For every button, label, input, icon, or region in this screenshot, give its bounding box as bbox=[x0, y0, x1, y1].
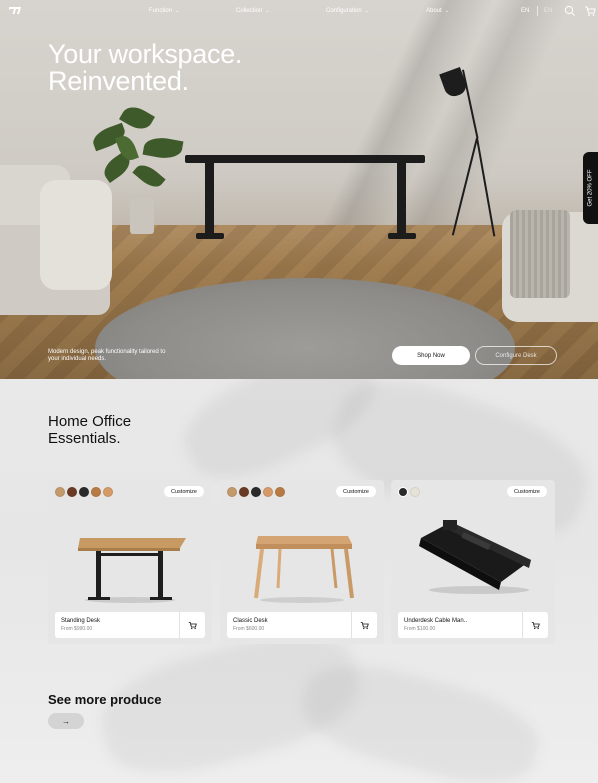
see-more-title: See more produce bbox=[48, 692, 162, 707]
desk-foot bbox=[196, 233, 224, 239]
nav-configuration-label: Configuration bbox=[326, 8, 362, 14]
nav-configuration[interactable]: Configuration ⌄ bbox=[326, 8, 369, 14]
add-to-cart-button[interactable] bbox=[351, 612, 377, 638]
nav-function[interactable]: Function ⌄ bbox=[149, 8, 179, 14]
desk-leg bbox=[205, 163, 214, 237]
hero-section: Function ⌄ Collection ⌄ Configuration ⌄ … bbox=[0, 0, 598, 379]
nav-function-label: Function bbox=[149, 8, 173, 14]
product-price: From $600.00 bbox=[233, 626, 265, 632]
chevron-down-icon: ⌄ bbox=[265, 8, 270, 14]
color-swatches bbox=[398, 487, 420, 497]
logo-icon[interactable] bbox=[8, 7, 22, 14]
hero-subtitle: Modern design, peak functionality tailor… bbox=[48, 349, 166, 362]
nav-collection[interactable]: Collection ⌄ bbox=[236, 8, 270, 14]
product-name[interactable]: Underdesk Cable Man.. bbox=[404, 618, 467, 624]
color-swatches bbox=[55, 487, 113, 497]
plant-image bbox=[82, 98, 192, 208]
color-swatch[interactable] bbox=[239, 487, 249, 497]
color-swatch[interactable] bbox=[91, 487, 101, 497]
product-price: From $990.00 bbox=[61, 626, 93, 632]
product-name[interactable]: Classic Desk bbox=[233, 618, 268, 624]
cart-icon bbox=[360, 621, 369, 629]
color-swatch[interactable] bbox=[410, 487, 420, 497]
arrow-right-icon: → bbox=[62, 716, 70, 726]
essentials-section: Home Office Essentials. Customize Standi… bbox=[0, 379, 598, 783]
product-card[interactable]: Customize Underdesk Cable Man.. From $10… bbox=[391, 480, 555, 644]
discount-label: Get 20% OFF bbox=[587, 169, 594, 207]
color-swatches bbox=[227, 487, 285, 497]
chevron-down-icon: ⌄ bbox=[175, 8, 180, 14]
product-footer: Standing Desk From $990.00 bbox=[55, 612, 205, 638]
color-swatch[interactable] bbox=[275, 487, 285, 497]
search-icon[interactable] bbox=[564, 5, 576, 17]
cart-icon bbox=[531, 621, 540, 629]
essentials-title: Home Office Essentials. bbox=[48, 413, 132, 447]
top-nav: Function ⌄ Collection ⌄ Configuration ⌄ … bbox=[0, 0, 598, 22]
customize-button[interactable]: Customize bbox=[507, 486, 547, 497]
lang-alt[interactable]: ΕΝ bbox=[544, 8, 552, 14]
color-swatch[interactable] bbox=[227, 487, 237, 497]
lang-divider bbox=[537, 6, 538, 16]
color-swatch[interactable] bbox=[55, 487, 65, 497]
nav-collection-label: Collection bbox=[236, 8, 263, 14]
product-price: From $100.00 bbox=[404, 626, 436, 632]
product-card[interactable]: Customize Standing Desk From $990.00 bbox=[48, 480, 212, 644]
chevron-down-icon: ⌄ bbox=[444, 8, 449, 14]
cart-icon[interactable] bbox=[584, 5, 596, 17]
shop-now-button[interactable]: Shop Now bbox=[392, 346, 470, 365]
see-more-button[interactable]: → bbox=[48, 713, 84, 729]
nav-about[interactable]: About ⌄ bbox=[426, 8, 449, 14]
lang-en[interactable]: EN bbox=[521, 8, 529, 14]
product-footer: Classic Desk From $600.00 bbox=[227, 612, 377, 638]
color-swatch[interactable] bbox=[398, 487, 408, 497]
chevron-down-icon: ⌄ bbox=[364, 8, 369, 14]
desk-leg bbox=[397, 163, 406, 237]
throw-blanket bbox=[510, 210, 570, 298]
color-swatch[interactable] bbox=[67, 487, 77, 497]
customize-button[interactable]: Customize bbox=[164, 486, 204, 497]
color-swatch[interactable] bbox=[263, 487, 273, 497]
product-name[interactable]: Standing Desk bbox=[61, 618, 100, 624]
color-swatch[interactable] bbox=[103, 487, 113, 497]
desk-image bbox=[185, 155, 425, 163]
add-to-cart-button[interactable] bbox=[179, 612, 205, 638]
product-footer: Underdesk Cable Man.. From $100.00 bbox=[398, 612, 548, 638]
classic-desk-image bbox=[254, 536, 354, 603]
add-to-cart-button[interactable] bbox=[522, 612, 548, 638]
configure-desk-button[interactable]: Configure Desk bbox=[475, 346, 557, 365]
desk-foot bbox=[388, 233, 416, 239]
discount-side-tab[interactable]: Get 20% OFF bbox=[583, 152, 598, 224]
hero-title-line1: Your workspace. bbox=[48, 39, 243, 69]
hero-title-line2: Reinvented. bbox=[48, 66, 189, 96]
plant-pot bbox=[130, 198, 154, 234]
color-swatch[interactable] bbox=[79, 487, 89, 497]
color-swatch[interactable] bbox=[251, 487, 261, 497]
product-card[interactable]: Customize Classic Desk From $600.00 bbox=[220, 480, 384, 644]
standing-desk-image bbox=[78, 538, 186, 603]
cart-icon bbox=[188, 621, 197, 629]
hero-title: Your workspace. Reinvented. bbox=[48, 41, 242, 95]
leaf-shadow bbox=[292, 649, 548, 783]
customize-button[interactable]: Customize bbox=[336, 486, 376, 497]
nav-about-label: About bbox=[426, 8, 442, 14]
cable-tray-image bbox=[419, 520, 531, 594]
